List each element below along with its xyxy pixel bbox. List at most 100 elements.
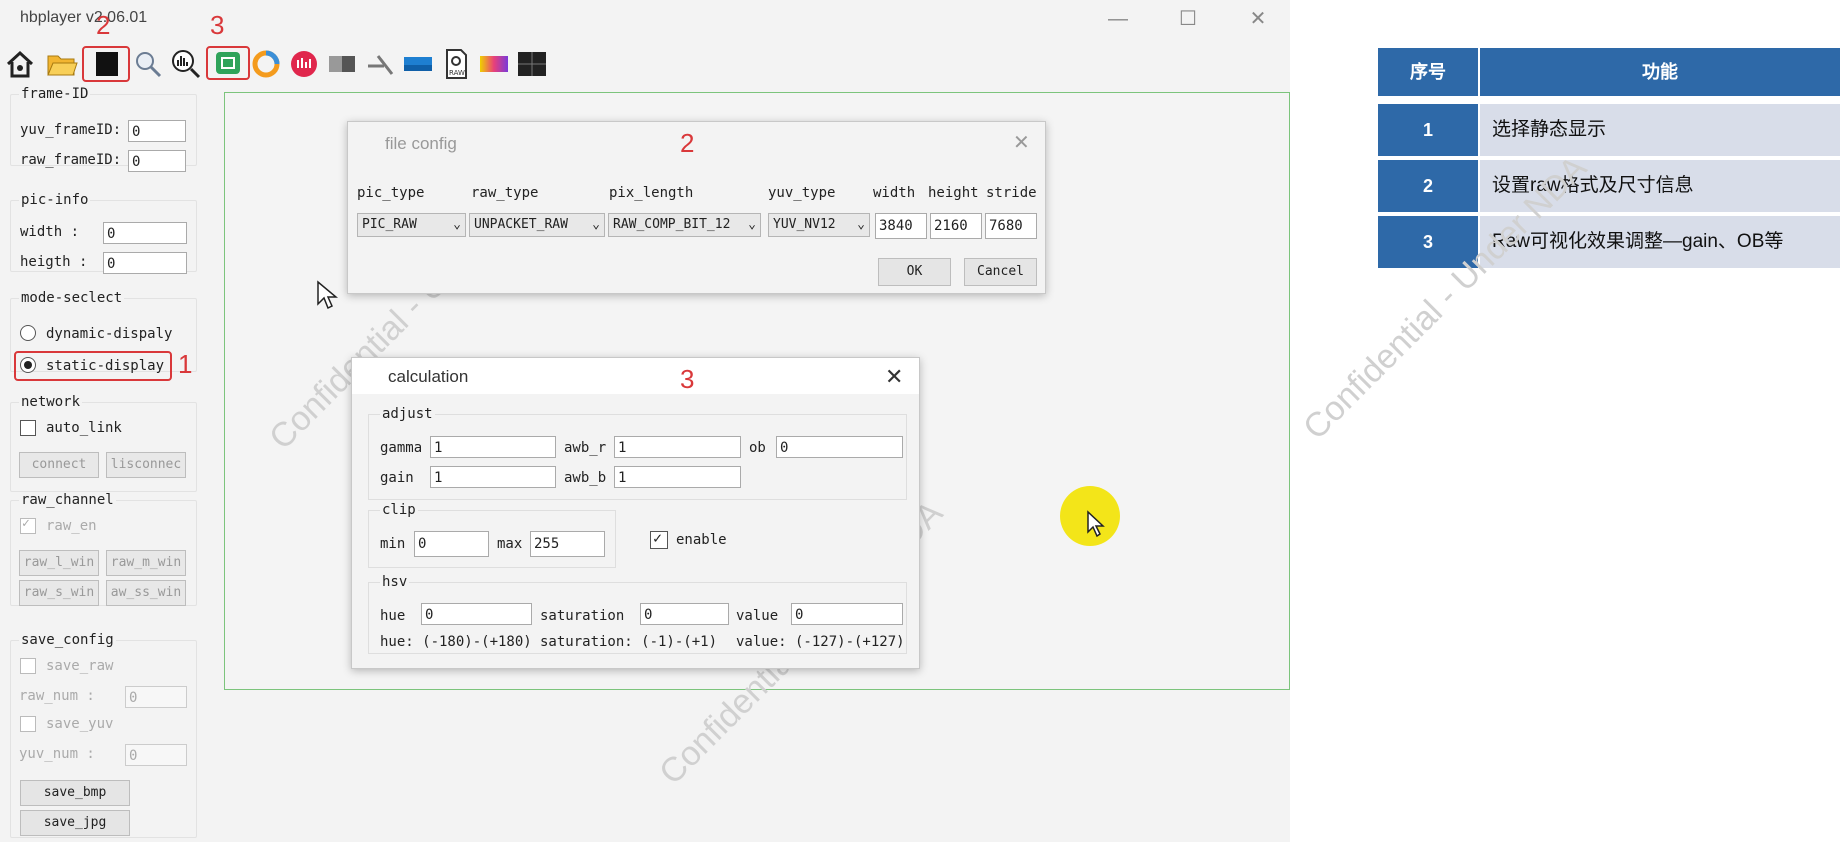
cancel-button[interactable]: Cancel	[964, 258, 1037, 286]
network-title: network	[19, 394, 83, 410]
gamma-label: gamma	[380, 440, 423, 456]
yuv-type-header: yuv_type	[768, 185, 836, 201]
mode-select-title: mode-seclect	[19, 290, 125, 306]
yuv-type-select[interactable]: YUV_NV12 ⌄	[768, 213, 870, 237]
histogram-icon[interactable]	[170, 48, 202, 80]
value-input[interactable]: 0	[791, 603, 903, 625]
zoom-icon[interactable]	[132, 48, 164, 80]
table-cell-number: 1	[1378, 104, 1478, 156]
raw-l-win-button[interactable]: raw_l_win	[19, 550, 99, 576]
image-icon	[96, 52, 118, 76]
left-panel: frame-ID yuv_frameID: 0 raw_frameID: 0 p…	[0, 86, 200, 842]
raw-channel-title: raw_channel	[19, 492, 116, 508]
save-jpg-button[interactable]: save_jpg	[20, 810, 130, 836]
pix-length-select[interactable]: RAW_COMP_BIT_12 ⌄	[608, 213, 761, 237]
auto-link-checkbox[interactable]	[20, 420, 36, 436]
raw-ss-win-button[interactable]: aw_ss_win	[106, 580, 186, 606]
awb-r-input[interactable]: 1	[614, 436, 741, 458]
raw-num-input[interactable]: 0	[125, 686, 187, 708]
static-display-label: static-display	[46, 358, 165, 374]
title-bar: hbplayer v2.06.01 — ☐ ✕	[0, 0, 1290, 38]
network-group	[10, 402, 197, 492]
yuv-frameid-input[interactable]: 0	[128, 120, 186, 142]
grayscale-icon[interactable]	[326, 48, 358, 80]
height-value-input[interactable]: 2160	[930, 213, 982, 239]
save-yuv-checkbox[interactable]	[20, 716, 36, 732]
disconnect-button[interactable]: lisconnec	[106, 452, 186, 478]
awb-b-input[interactable]: 1	[614, 466, 741, 488]
radio-selected-dot	[24, 361, 32, 369]
calculation-icon	[216, 52, 240, 74]
cursor-pointer-icon	[1087, 510, 1105, 538]
auto-link-label: auto_link	[46, 420, 122, 436]
home-icon[interactable]	[4, 48, 36, 80]
raw-type-select[interactable]: UNPACKET_RAW ⌄	[469, 213, 605, 237]
raw-file-icon[interactable]: RAW	[440, 48, 472, 80]
width-label: width :	[20, 224, 80, 240]
stride-header: stride	[986, 185, 1037, 201]
connect-button[interactable]: connect	[19, 452, 99, 478]
color-wheel-icon[interactable]	[250, 48, 282, 80]
hue-input[interactable]: 0	[421, 603, 532, 625]
raw-en-label: raw_en	[46, 518, 97, 534]
height-header: height	[928, 185, 979, 201]
pic-type-select[interactable]: PIC_RAW ⌄	[357, 213, 466, 237]
open-folder-icon[interactable]	[46, 48, 78, 80]
annotation-marker-1: 1	[178, 349, 193, 379]
check-mark-icon: ✓	[22, 516, 30, 531]
save-bmp-button[interactable]: save_bmp	[20, 780, 130, 806]
table-cell-number: 2	[1378, 160, 1478, 212]
calculation-dialog: calculation 3 ✕ adjust gamma 1 awb_r 1 o…	[351, 357, 920, 669]
min-input[interactable]: 0	[414, 531, 489, 557]
raw-frameid-input[interactable]: 0	[128, 150, 186, 172]
dynamic-display-radio[interactable]	[20, 325, 36, 341]
minimize-button[interactable]: —	[1096, 4, 1140, 34]
yuv-frameid-label: yuv_frameID:	[20, 122, 122, 138]
pic-info-title: pic-info	[19, 192, 91, 208]
pic-type-header: pic_type	[357, 185, 425, 201]
width-value-input[interactable]: 3840	[875, 213, 927, 239]
gamma-input[interactable]: 1	[430, 436, 556, 458]
calculation-title: calculation	[388, 367, 469, 386]
stride-value-input[interactable]: 7680	[985, 213, 1037, 239]
tools-icon[interactable]	[364, 48, 396, 80]
static-display-radio[interactable]	[20, 357, 36, 373]
calculation-button[interactable]	[206, 46, 250, 80]
annotation-marker-2: 2	[96, 10, 111, 40]
raw-frameid-label: raw_frameID:	[20, 152, 122, 168]
max-input[interactable]: 255	[530, 531, 605, 557]
height-input[interactable]: 0	[103, 252, 187, 274]
chevron-down-icon: ⌄	[453, 217, 461, 232]
raw-s-win-button[interactable]: raw_s_win	[19, 580, 99, 606]
file-config-close-icon[interactable]: ✕	[1013, 130, 1030, 155]
table-header-number: 序号	[1378, 48, 1478, 96]
close-button[interactable]: ✕	[1236, 4, 1280, 34]
calculation-close-icon[interactable]: ✕	[885, 364, 903, 390]
gain-input[interactable]: 1	[430, 466, 556, 488]
table-header-function: 功能	[1480, 48, 1840, 96]
adjust-title: adjust	[380, 406, 435, 422]
save-raw-checkbox[interactable]	[20, 658, 36, 674]
frame-id-title: frame-ID	[19, 86, 91, 102]
pix-length-value: RAW_COMP_BIT_12	[613, 217, 731, 232]
ok-button[interactable]: OK	[878, 258, 951, 286]
record-icon[interactable]	[288, 48, 320, 80]
panorama-icon[interactable]	[402, 48, 434, 80]
grid-icon[interactable]	[516, 48, 548, 80]
spectrum-icon[interactable]	[478, 48, 510, 80]
calculation-marker: 3	[680, 364, 695, 394]
table-cell-function: 选择静态显示	[1480, 104, 1840, 156]
raw-en-checkbox[interactable]: ✓	[20, 516, 36, 534]
ob-input[interactable]: 0	[776, 436, 903, 458]
maximize-button[interactable]: ☐	[1166, 4, 1210, 34]
annotation-marker-3: 3	[210, 10, 225, 40]
enable-checkbox[interactable]: ✓	[650, 529, 668, 549]
hue-label: hue	[380, 608, 406, 624]
chevron-down-icon: ⌄	[748, 217, 756, 232]
saturation-input[interactable]: 0	[640, 603, 729, 625]
yuv-type-value: YUV_NV12	[773, 217, 836, 232]
width-input[interactable]: 0	[103, 222, 187, 244]
image-select-button[interactable]	[82, 46, 130, 82]
raw-m-win-button[interactable]: raw_m_win	[106, 550, 186, 576]
yuv-num-input[interactable]: 0	[125, 744, 187, 766]
